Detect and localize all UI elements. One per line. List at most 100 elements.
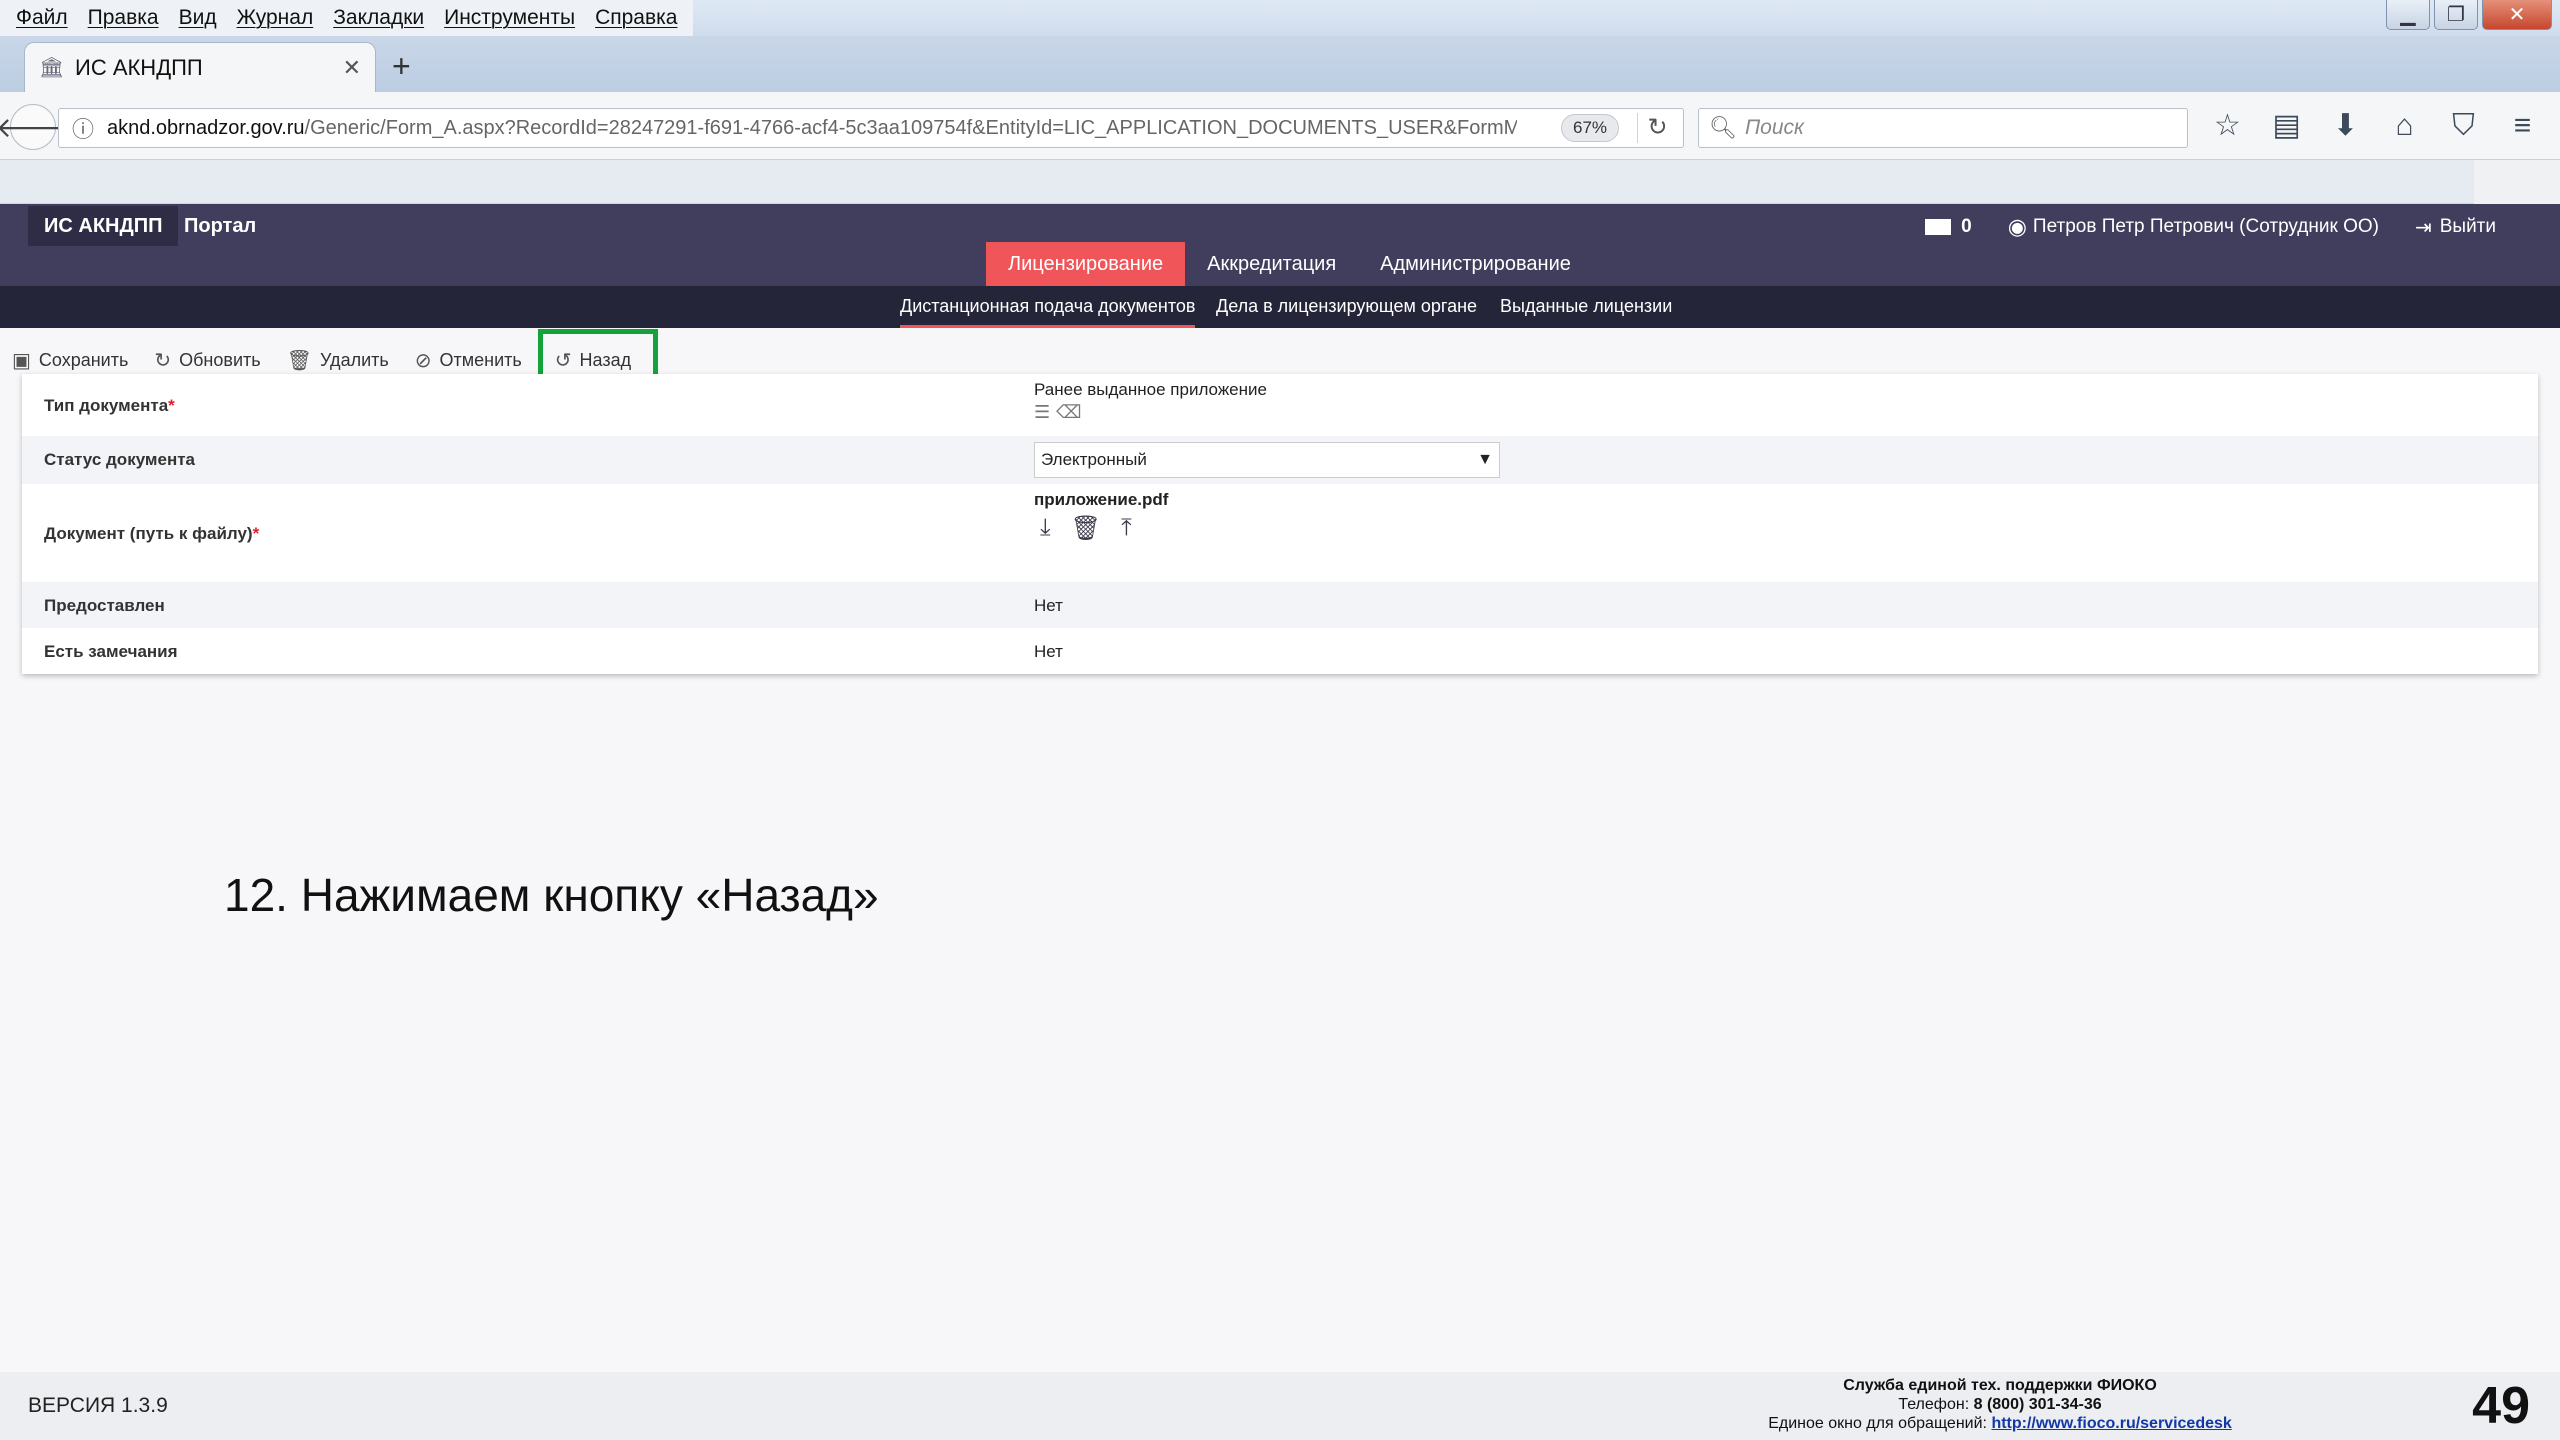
menu-view[interactable]: Вид [179,6,217,30]
app-header: ИС АКНДПП Портал 0 ◉ Петров Петр Петрови… [0,204,2560,286]
menu-bookmarks[interactable]: Закладки [333,6,424,30]
required-mark: * [252,524,260,543]
download-file-icon[interactable]: ⤓ [1040,514,1051,543]
undo-arrow-icon: ↺ [554,349,572,372]
menu-tools[interactable]: Инструменты [444,6,575,30]
delete-label: Удалить [320,349,389,370]
provided-value: Нет [1034,596,1063,615]
refresh-icon: ↻ [154,349,172,372]
browser-back-button[interactable]: 🡐 [0,104,71,150]
required-mark: * [168,396,175,415]
minimize-button[interactable]: ▁ [2386,0,2430,30]
clear-icon[interactable]: ⌫ [1056,402,1081,423]
row-remarks: Есть замечания Нет [22,628,2538,674]
phone-number: 8 (800) 301-34-36 [1973,1396,2102,1413]
pocket-icon[interactable]: ⛉ [2434,106,2493,146]
logout-icon[interactable]: ⇥ [2415,215,2432,240]
close-tab-icon[interactable]: ✕ [343,55,361,81]
search-icon: 🔍︎ [1709,115,1737,140]
list-icon[interactable]: ☰ [1034,402,1050,423]
tab-administration[interactable]: Администрирование [1358,242,1593,286]
row-file: Документ (путь к файлу)* приложение.pdf … [22,484,2538,582]
document-form: Тип документа* Ранее выданное приложение… [22,374,2538,674]
search-placeholder: Поиск [1744,116,1804,139]
home-icon[interactable]: ⌂ [2375,106,2434,146]
file-actions: ⤓ 🗑︎ ⤒ [1040,514,1152,543]
doc-type-label-text: Тип документа [44,396,169,415]
tab-title: ИС АКНДПП [75,54,203,80]
mail-icon[interactable] [1925,219,1952,235]
status-select[interactable]: Электронный ▼ [1034,442,1500,478]
support-title: Служба единой тех. поддержки ФИОКО [1843,1377,2157,1394]
navigation-bar: 🡐 ⓘ aknd.obrnadzor.gov.ru/Generic/Form_A… [0,92,2560,160]
row-status: Статус документа Электронный ▼ [22,436,2538,484]
user-icon: ◉ [2007,214,2027,239]
building-icon: 🏛 [39,56,65,79]
user-name[interactable]: Петров Петр Петрович (Сотрудник ОО) [2033,216,2379,238]
browser-tab[interactable]: 🏛 ИС АКНДПП ✕ [24,42,376,92]
page-footer: ВЕРСИЯ 1.3.9 Служба единой тех. поддержк… [0,1372,2560,1440]
brand-logo[interactable]: ИС АКНДПП [28,206,179,246]
star-icon[interactable]: ☆ [2198,106,2257,146]
browser-menubar: Файл Правка Вид Журнал Закладки Инструме… [0,0,2560,36]
messages-count: 0 [1961,216,1972,237]
refresh-label: Обновить [179,349,261,370]
menu-help[interactable]: Справка [595,6,677,30]
url-path: /Generic/Form_A.aspx?RecordId=28247291-f… [304,116,1517,139]
instruction-caption: 12. Нажимаем кнопку «Назад» [224,869,879,921]
info-icon[interactable]: ⓘ [59,112,107,144]
doc-type-actions: ☰ ⌫ [1034,402,1088,423]
url-text[interactable]: aknd.obrnadzor.gov.ru/Generic/Form_A.asp… [107,117,1517,140]
download-icon[interactable]: ⬇ [2316,106,2375,146]
window-label: Единое окно для обращений: [1768,1415,1987,1432]
close-window-button[interactable]: ✕ [2482,0,2552,30]
reload-icon[interactable]: ↻ [1637,113,1677,143]
zoom-indicator[interactable]: 67% [1561,114,1619,142]
file-label: Документ (путь к файлу)* [44,524,259,544]
window-controls: ▁ ❐ ✕ [2386,0,2552,30]
new-tab-button[interactable]: + [392,50,411,82]
user-bar: 0 ◉ Петров Петр Петрович (Сотрудник ОО) … [1925,214,2496,240]
main-tabs: Лицензирование Аккредитация Администриро… [986,242,1593,286]
remarks-label: Есть замечания [44,642,178,661]
file-label-text: Документ (путь к файлу) [44,524,253,543]
support-window-line: Единое окно для обращений: http://www.fi… [1740,1414,2260,1433]
menu-edit[interactable]: Правка [88,6,159,30]
upload-file-icon[interactable]: ⤒ [1121,514,1132,543]
version-label: ВЕРСИЯ 1.3.9 [28,1394,168,1417]
hamburger-menu-icon[interactable]: ≡ [2493,106,2552,146]
forbidden-icon: ⊘ [414,349,432,372]
url-domain: aknd.obrnadzor.gov.ru [107,116,305,139]
file-name[interactable]: приложение.pdf [1034,490,1168,510]
subtab-cases[interactable]: Дела в лицензирующем органе [1216,286,1477,328]
logout-link[interactable]: Выйти [2440,216,2496,238]
trash-icon: 🗑︎ [286,349,313,372]
doc-type-value: Ранее выданное приложение [1034,380,1267,399]
address-bar[interactable]: ⓘ aknd.obrnadzor.gov.ru/Generic/Form_A.a… [58,108,1684,148]
floppy-icon: ▣ [12,349,31,372]
search-bar[interactable]: 🔍︎ Поиск [1698,108,2188,148]
maximize-button[interactable]: ❐ [2434,0,2478,30]
row-provided: Предоставлен Нет [22,582,2538,628]
tab-licensing[interactable]: Лицензирование [986,242,1186,286]
tab-accreditation[interactable]: Аккредитация [1185,242,1358,286]
tab-strip: 🏛 ИС АКНДПП ✕ + [0,36,2560,92]
support-phone-line: Телефон: 8 (800) 301-34-36 [1740,1395,2260,1414]
cancel-label: Отменить [439,349,522,370]
doc-type-label: Тип документа* [44,396,175,416]
menu-file[interactable]: Файл [16,6,68,30]
back-label: Назад [579,349,632,370]
status-label: Статус документа [44,450,196,469]
menu-history[interactable]: Журнал [237,6,314,30]
servicedesk-link[interactable]: http://www.fioco.ru/servicedesk [1991,1415,2231,1432]
subtab-remote-submission[interactable]: Дистанционная подача документов [900,286,1196,328]
portal-link[interactable]: Портал [184,206,256,246]
save-label: Сохранить [38,349,129,370]
status-select-value: Электронный [1041,450,1147,469]
sub-navigation: Дистанционная подача документов Дела в л… [0,286,2560,328]
support-info: Служба единой тех. поддержки ФИОКО Телеф… [1740,1376,2260,1433]
reading-list-icon[interactable]: ▤ [2257,106,2316,146]
caret-down-icon: ▼ [1477,451,1493,468]
delete-file-icon[interactable]: 🗑︎ [1071,514,1101,543]
subtab-issued-licenses[interactable]: Выданные лицензии [1500,286,1672,328]
